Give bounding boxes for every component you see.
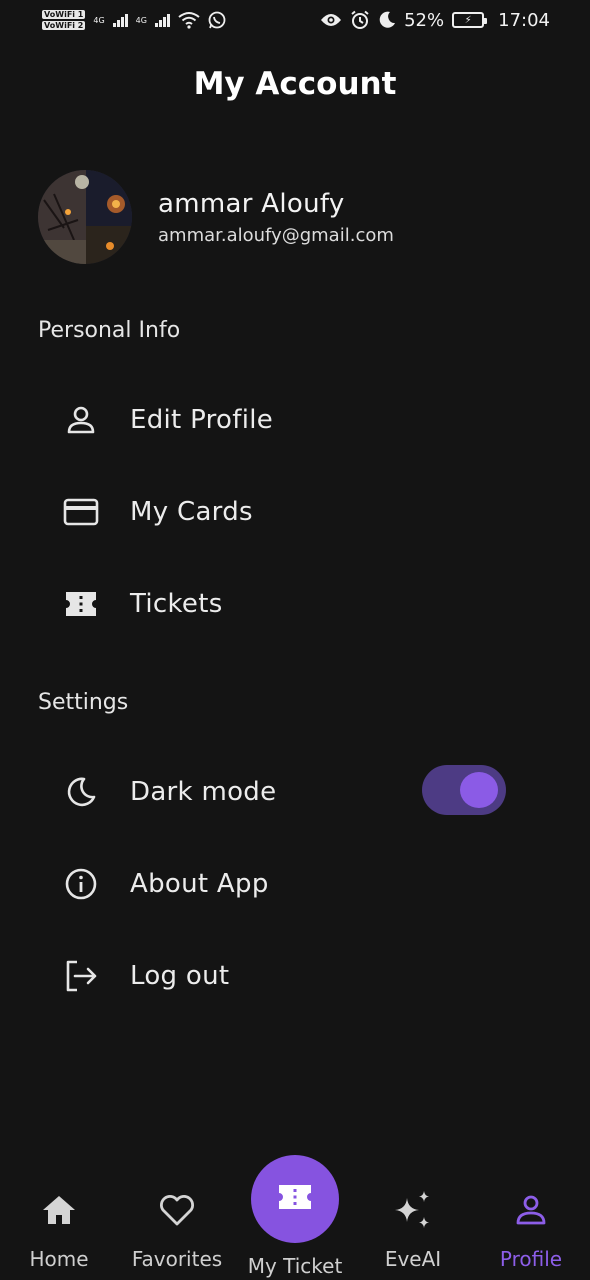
- person-icon: [472, 1185, 590, 1235]
- network-type-1: 4G: [93, 15, 105, 25]
- signal-bars-2-icon: [154, 13, 170, 27]
- wifi-icon: [178, 12, 200, 29]
- moon-icon: [62, 773, 100, 811]
- heart-icon: [118, 1185, 236, 1235]
- page-title: My Account: [193, 66, 397, 102]
- vowifi-indicators: VoWiFi 1 VoWiFi 2: [42, 10, 86, 30]
- dark-mode-label: Dark mode: [130, 777, 277, 807]
- logout-icon: [62, 957, 100, 995]
- vowifi-sim2-label: VoWiFi 2: [42, 21, 86, 30]
- nav-my-ticket-button[interactable]: [251, 1155, 339, 1243]
- nav-home[interactable]: Home: [0, 1185, 118, 1271]
- bottom-nav: Home Favorites My Ticket EveAI Profile: [0, 1150, 590, 1280]
- user-email: ammar.aloufy@gmail.com: [158, 224, 394, 246]
- my-cards-item[interactable]: My Cards: [62, 482, 532, 542]
- log-out-label: Log out: [130, 961, 230, 991]
- section-settings: Settings: [38, 690, 129, 715]
- tickets-label: Tickets: [130, 589, 223, 619]
- signal-bars-1-icon: [112, 13, 128, 27]
- edit-profile-item[interactable]: Edit Profile: [62, 390, 532, 450]
- person-icon: [62, 401, 100, 439]
- network-type-2: 4G: [135, 15, 147, 25]
- my-cards-label: My Cards: [130, 497, 253, 527]
- about-app-item[interactable]: About App: [62, 854, 532, 914]
- battery-icon: ⚡: [452, 12, 488, 28]
- ticket-icon: [276, 1182, 314, 1216]
- tickets-item[interactable]: Tickets: [62, 574, 532, 634]
- sparkle-icon: [354, 1185, 472, 1235]
- nav-favorites[interactable]: Favorites: [118, 1185, 236, 1271]
- user-name: ammar Aloufy: [158, 188, 345, 219]
- status-time: 17:04: [498, 9, 550, 31]
- ticket-icon: [62, 585, 100, 623]
- eye-icon: [321, 14, 342, 26]
- status-right: 52% ⚡ 17:04: [320, 10, 550, 31]
- nav-my-ticket-label: My Ticket: [247, 1254, 343, 1278]
- nav-profile-label: Profile: [499, 1247, 563, 1271]
- log-out-item[interactable]: Log out: [62, 946, 532, 1006]
- edit-profile-label: Edit Profile: [130, 405, 274, 435]
- profile-text: ammar Aloufy ammar.aloufy@gmail.com: [158, 189, 394, 246]
- info-icon: [62, 865, 100, 903]
- nav-profile[interactable]: Profile: [472, 1185, 590, 1271]
- card-icon: [62, 493, 100, 531]
- dark-mode-toggle[interactable]: [422, 765, 506, 815]
- home-icon: [0, 1185, 118, 1235]
- status-left: VoWiFi 1 VoWiFi 2 4G 4G: [42, 10, 226, 30]
- avatar[interactable]: [38, 170, 132, 264]
- moon-status-icon: [379, 11, 396, 28]
- dark-mode-toggle-knob: [460, 772, 498, 808]
- section-personal-info: Personal Info: [38, 318, 181, 343]
- nav-favorites-label: Favorites: [131, 1247, 223, 1271]
- nav-home-label: Home: [29, 1247, 89, 1271]
- vowifi-sim1-label: VoWiFi 1: [42, 10, 86, 19]
- nav-eveai-label: EveAI: [384, 1247, 442, 1271]
- about-app-label: About App: [130, 869, 269, 899]
- whatsapp-icon: [208, 11, 226, 29]
- nav-eveai[interactable]: EveAI: [354, 1185, 472, 1271]
- status-bar: VoWiFi 1 VoWiFi 2 4G 4G 52% ⚡ 17:04: [0, 0, 590, 40]
- battery-percent: 52%: [404, 9, 445, 31]
- profile-header[interactable]: ammar Aloufy ammar.aloufy@gmail.com: [38, 170, 394, 264]
- alarm-icon: [351, 10, 369, 29]
